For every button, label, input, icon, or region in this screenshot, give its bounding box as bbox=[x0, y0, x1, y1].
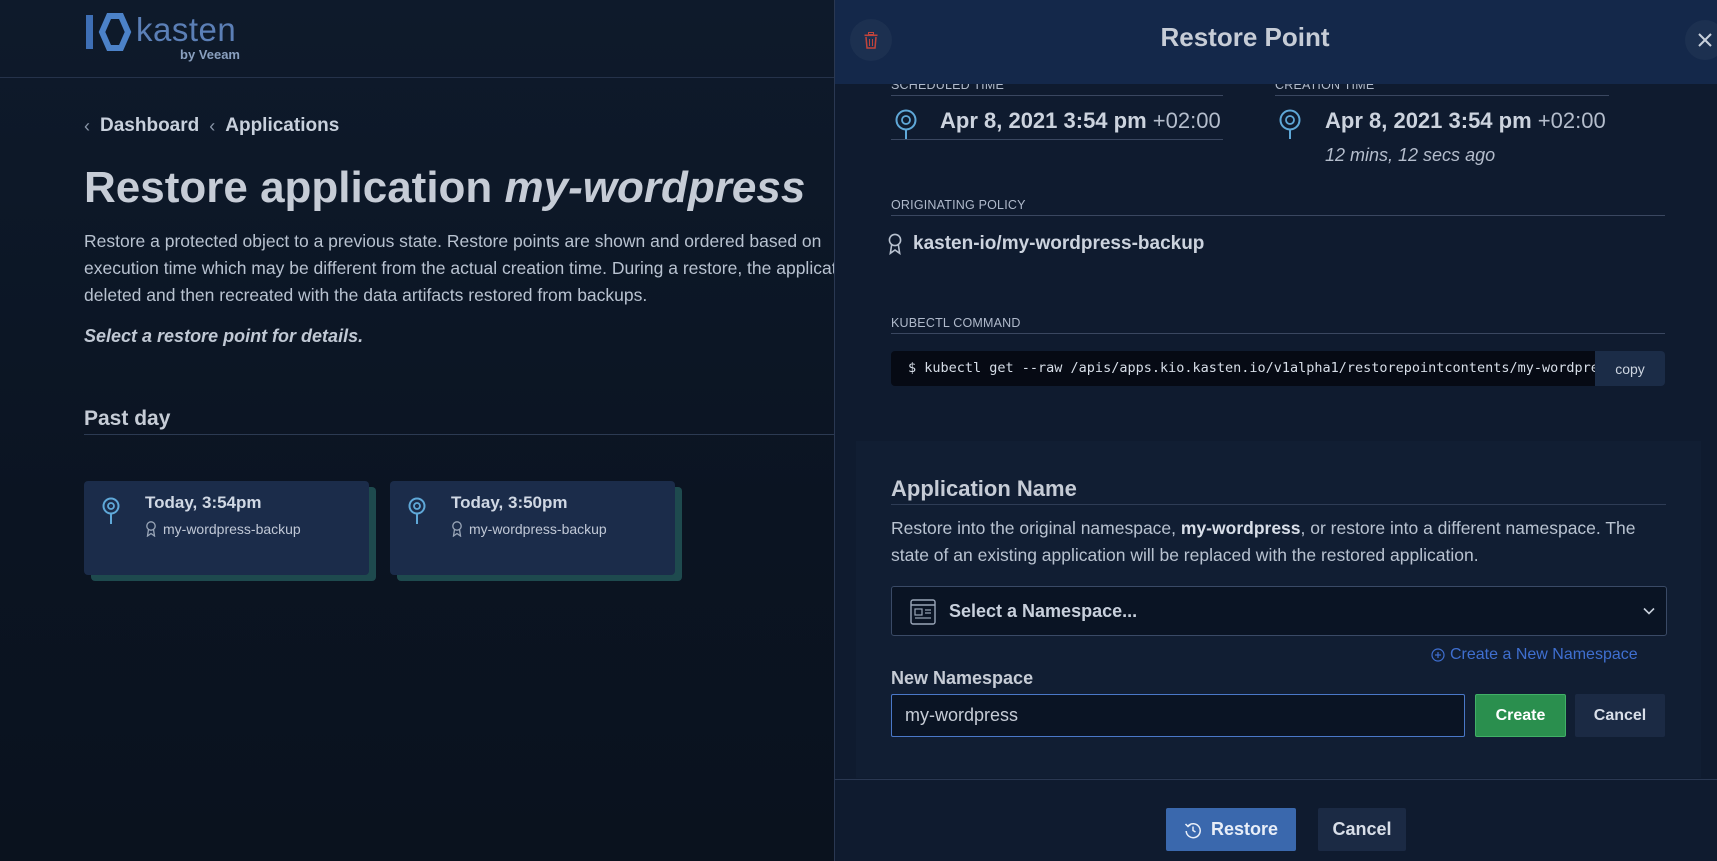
chevron-down-icon bbox=[1643, 607, 1655, 615]
restore-point-policy: my-wordpress-backup bbox=[145, 521, 301, 537]
creation-time-date: Apr 8, 2021 3:54 pm bbox=[1325, 108, 1532, 133]
copy-command-button[interactable]: copy bbox=[1595, 351, 1665, 386]
breadcrumb: ‹ Dashboard ‹ Applications bbox=[84, 115, 339, 137]
field-divider bbox=[891, 333, 1665, 334]
new-namespace-input[interactable] bbox=[891, 694, 1465, 737]
page-title-prefix: Restore application bbox=[84, 163, 493, 212]
page-title: Restore application my-wordpress bbox=[84, 163, 805, 213]
create-namespace-button[interactable]: Create bbox=[1475, 694, 1566, 737]
section-title-past-day: Past day bbox=[84, 407, 171, 430]
page-title-app: my-wordpress bbox=[504, 163, 806, 212]
field-divider bbox=[891, 215, 1665, 216]
breadcrumb-dashboard[interactable]: Dashboard bbox=[100, 115, 199, 137]
kubectl-command-text: $ kubectl get --raw /apis/apps.kio.kaste… bbox=[908, 360, 1597, 376]
policy-ribbon-icon bbox=[452, 521, 462, 537]
creation-time-value: Apr 8, 2021 3:54 pm +02:00 bbox=[1325, 108, 1606, 134]
restore-point-card[interactable]: Today, 3:54pm my-wordpress-backup bbox=[84, 481, 369, 575]
page: kasten by Veeam ‹ Dashboard ‹ Applicatio… bbox=[0, 0, 1717, 861]
application-name-description: Restore into the original namespace, my-… bbox=[891, 515, 1676, 569]
kasten-logo[interactable]: kasten by Veeam bbox=[84, 11, 254, 65]
field-divider bbox=[891, 139, 1223, 140]
policy-ribbon-icon bbox=[888, 233, 902, 255]
field-divider bbox=[891, 95, 1223, 96]
policy-ribbon-icon bbox=[146, 521, 156, 537]
kubectl-command-label: KUBECTL COMMAND bbox=[891, 316, 1021, 330]
close-icon bbox=[1698, 33, 1712, 47]
page-description: Restore a protected object to a previous… bbox=[84, 231, 836, 305]
restore-point-policy: my-wordpress-backup bbox=[451, 521, 607, 537]
namespace-select-placeholder: Select a Namespace... bbox=[949, 601, 1138, 621]
creation-time-ago: 12 mins, 12 secs ago bbox=[1325, 145, 1496, 165]
scheduled-time-tz: +02:00 bbox=[1152, 108, 1221, 133]
restore-point-drawer: Restore Point SCHEDULED TIME Apr 8, 2021… bbox=[834, 0, 1717, 861]
select-hint: Select a restore point for details. bbox=[84, 326, 364, 346]
create-namespace-link[interactable]: Create a New Namespace bbox=[1431, 646, 1638, 664]
originating-policy: kasten-io/my-wordpress-backup bbox=[887, 233, 1204, 255]
kubectl-command-box[interactable]: $ kubectl get --raw /apis/apps.kio.kaste… bbox=[891, 351, 1597, 386]
scheduled-time-value: Apr 8, 2021 3:54 pm +02:00 bbox=[940, 108, 1221, 134]
originating-policy-label: ORIGINATING POLICY bbox=[891, 198, 1026, 212]
chevron-left-icon: ‹ bbox=[84, 115, 90, 136]
restore-point-policy-name: my-wordpress-backup bbox=[469, 521, 607, 537]
namespace-select[interactable]: Select a Namespace... bbox=[891, 586, 1667, 636]
restore-button-label: Restore bbox=[1210, 819, 1279, 839]
create-namespace-link-label: Create a New Namespace bbox=[1450, 646, 1638, 663]
application-name-panel: Application Name Restore into the origin… bbox=[856, 441, 1701, 778]
restore-point-time: Today, 3:54pm bbox=[145, 493, 262, 512]
section-divider bbox=[891, 504, 1666, 505]
close-drawer-button[interactable] bbox=[1685, 20, 1717, 60]
section-divider bbox=[84, 434, 836, 435]
kasten-logo-icon bbox=[86, 13, 132, 51]
restore-point-card[interactable]: Today, 3:50pm my-wordpress-backup bbox=[390, 481, 675, 575]
namespace-icon bbox=[910, 599, 936, 625]
breadcrumb-applications[interactable]: Applications bbox=[225, 115, 339, 137]
location-pin-icon bbox=[102, 497, 120, 524]
location-pin-icon bbox=[1279, 109, 1301, 139]
chevron-left-icon: ‹ bbox=[209, 115, 216, 136]
originating-policy-value: kasten-io/my-wordpress-backup bbox=[913, 233, 1205, 254]
creation-time-tz: +02:00 bbox=[1537, 108, 1606, 133]
cancel-button[interactable]: Cancel bbox=[1318, 808, 1406, 851]
location-pin-icon bbox=[408, 497, 426, 524]
brand-name: kasten bbox=[136, 11, 237, 48]
drawer-footer: Restore Cancel bbox=[835, 779, 1717, 861]
drawer-header: Restore Point bbox=[835, 0, 1717, 84]
drawer-title: Restore Point bbox=[1160, 22, 1330, 52]
restore-point-policy-name: my-wordpress-backup bbox=[163, 521, 301, 537]
new-namespace-label: New Namespace bbox=[891, 668, 1034, 688]
location-pin-icon bbox=[895, 109, 917, 139]
brand-subtitle: by Veeam bbox=[180, 47, 240, 62]
scheduled-time-date: Apr 8, 2021 3:54 pm bbox=[940, 108, 1147, 133]
main-content: kasten by Veeam ‹ Dashboard ‹ Applicatio… bbox=[0, 0, 836, 861]
top-bar: kasten by Veeam bbox=[0, 0, 836, 78]
field-divider bbox=[1275, 95, 1609, 96]
restore-button[interactable]: Restore bbox=[1166, 808, 1296, 851]
cancel-namespace-button[interactable]: Cancel bbox=[1575, 694, 1665, 737]
restore-history-icon bbox=[1184, 822, 1201, 838]
restore-point-time: Today, 3:50pm bbox=[451, 493, 568, 512]
app-desc-pre: Restore into the original namespace, bbox=[891, 518, 1181, 538]
app-desc-namespace: my-wordpress bbox=[1180, 518, 1301, 538]
plus-circle-icon bbox=[1431, 648, 1445, 662]
application-name-title: Application Name bbox=[891, 476, 1077, 501]
